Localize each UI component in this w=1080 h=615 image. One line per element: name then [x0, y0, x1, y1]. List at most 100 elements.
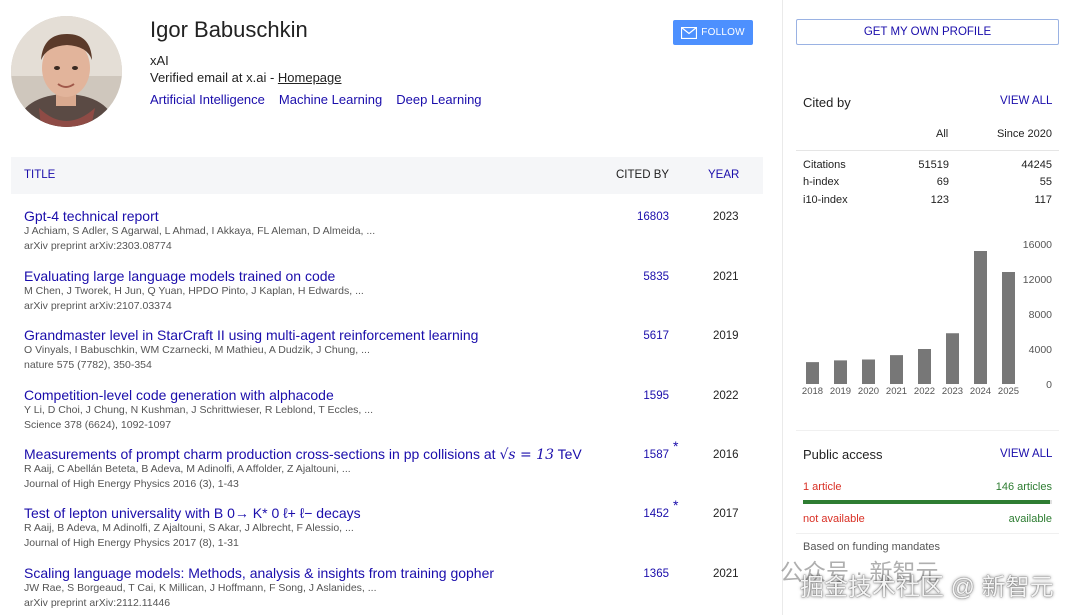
- bar-2025[interactable]: [1002, 272, 1015, 384]
- article-year: 2021: [713, 271, 739, 283]
- merged-citations-star[interactable]: *: [673, 497, 678, 513]
- stat-all: 123: [930, 194, 949, 206]
- article-title[interactable]: Gpt-4 technical report: [24, 208, 159, 224]
- article-venue: arXiv preprint arXiv:2303.08774: [24, 240, 172, 252]
- stat-all: 51519: [918, 159, 949, 171]
- x-tick-label: 2018: [802, 386, 823, 397]
- homepage-link[interactable]: Homepage: [278, 70, 342, 85]
- article-title[interactable]: Grandmaster level in StarCraft II using …: [24, 327, 478, 343]
- y-tick-label: 0: [1046, 379, 1052, 391]
- bar-2021[interactable]: [890, 355, 903, 384]
- interest-link[interactable]: Deep Learning: [396, 92, 481, 107]
- table-row: Gpt-4 technical report J Achiam, S Adler…: [11, 208, 763, 264]
- article-title[interactable]: Competition-level code generation with a…: [24, 387, 334, 403]
- table-row: Measurements of prompt charm production …: [11, 438, 763, 502]
- article-authors: R Aaij, C Abellán Beteta, B Adeva, M Adi…: [24, 463, 351, 475]
- table-row: Grandmaster level in StarCraft II using …: [11, 327, 763, 383]
- article-title[interactable]: Measurements of prompt charm production …: [24, 446, 582, 463]
- y-tick-label: 16000: [1023, 239, 1052, 251]
- follow-button[interactable]: FOLLOW: [673, 20, 753, 45]
- cited-count[interactable]: 1587: [643, 449, 669, 461]
- interest-link[interactable]: Artificial Intelligence: [150, 92, 265, 107]
- cited-count[interactable]: 16803: [637, 211, 669, 223]
- cited-count[interactable]: 1365: [643, 568, 669, 580]
- y-tick-label: 12000: [1023, 274, 1052, 286]
- sort-by-year[interactable]: YEAR: [708, 169, 739, 181]
- available-count[interactable]: 146 articles: [996, 481, 1052, 493]
- article-venue: arXiv preprint arXiv:2112.11446: [24, 597, 171, 609]
- sort-by-cited[interactable]: CITED BY: [616, 169, 669, 181]
- stat-since: 44245: [1021, 159, 1052, 171]
- cited-count[interactable]: 1595: [643, 390, 669, 402]
- public-access-view-all[interactable]: VIEW ALL: [1000, 448, 1052, 460]
- table-header: TITLE CITED BY YEAR: [11, 157, 763, 194]
- col-all-header: All: [936, 128, 949, 140]
- x-tick-label: 2022: [914, 386, 935, 397]
- public-access-title: Public access: [803, 447, 883, 462]
- y-tick-label: 8000: [1029, 309, 1053, 321]
- math-expression: √s = 13: [499, 447, 554, 463]
- profile-interests: Artificial Intelligence Machine Learning…: [150, 92, 482, 107]
- x-tick-label: 2019: [830, 386, 851, 397]
- article-year: 2019: [713, 330, 739, 342]
- bar-2023[interactable]: [946, 333, 959, 384]
- divider: [796, 150, 1059, 151]
- stat-label: h-index: [803, 176, 840, 188]
- bar-2020[interactable]: [862, 359, 875, 385]
- cited-count[interactable]: 1452: [643, 508, 669, 520]
- article-venue: nature 575 (7782), 350-354: [24, 359, 152, 371]
- sort-by-title[interactable]: TITLE: [24, 169, 55, 181]
- cited-count[interactable]: 5617: [643, 330, 669, 342]
- not-available-count[interactable]: 1 article: [803, 481, 842, 493]
- stat-since: 117: [1034, 194, 1052, 206]
- article-authors: JW Rae, S Borgeaud, T Cai, K Millican, J…: [24, 582, 377, 594]
- y-tick-label: 4000: [1029, 344, 1053, 356]
- article-year: 2022: [713, 390, 739, 402]
- article-venue: Journal of High Energy Physics 2016 (3),…: [24, 478, 239, 490]
- article-venue: Science 378 (6624), 1092-1097: [24, 419, 172, 431]
- article-venue: Journal of High Energy Physics 2017 (8),…: [24, 537, 239, 549]
- get-own-profile-button[interactable]: GET MY OWN PROFILE: [796, 19, 1059, 45]
- article-authors: O Vinyals, I Babuschkin, WM Czarnecki, M…: [24, 344, 370, 356]
- article-year: 2016: [713, 449, 739, 461]
- table-row: Scaling language models: Methods, analys…: [11, 565, 763, 615]
- interest-link[interactable]: Machine Learning: [279, 92, 382, 107]
- x-tick-label: 2023: [942, 386, 963, 397]
- article-year: 2023: [713, 211, 739, 223]
- divider: [796, 533, 1059, 534]
- x-tick-label: 2021: [886, 386, 907, 397]
- profile-email: Verified email at x.ai - Homepage: [150, 70, 342, 85]
- bar-2022[interactable]: [918, 349, 931, 384]
- not-available-label: not available: [803, 513, 865, 525]
- cited-by-title: Cited by: [803, 95, 851, 110]
- public-access-bar-fill: [803, 500, 1051, 504]
- stat-all: 69: [936, 176, 949, 188]
- bar-2024[interactable]: [974, 251, 987, 384]
- stat-label: Citations: [803, 159, 846, 171]
- profile-avatar: [11, 16, 122, 127]
- cited-by-view-all[interactable]: VIEW ALL: [1000, 95, 1052, 107]
- mail-icon: [681, 26, 698, 39]
- cited-count[interactable]: 5835: [643, 271, 669, 283]
- bar-2019[interactable]: [834, 360, 847, 384]
- article-year: 2021: [713, 568, 739, 580]
- col-since-header: Since 2020: [996, 128, 1052, 140]
- x-tick-label: 2024: [970, 386, 991, 397]
- public-access-bar: [803, 500, 1052, 504]
- article-title[interactable]: Evaluating large language models trained…: [24, 268, 335, 284]
- article-authors: M Chen, J Tworek, H Jun, Q Yuan, HPDO Pi…: [24, 285, 364, 297]
- article-title[interactable]: Scaling language models: Methods, analys…: [24, 565, 494, 581]
- article-authors: R Aaij, B Adeva, M Adinolfi, Z Ajaltouni…: [24, 522, 354, 534]
- watermark: 公众号 · 新智元 掘金技术社区 @ 新智元: [780, 553, 1054, 601]
- profile-name: Igor Babuschkin: [150, 17, 308, 42]
- stat-label: i10-index: [803, 194, 848, 206]
- merged-citations-star[interactable]: *: [673, 438, 678, 454]
- table-row: Test of lepton universality with B 0→ K*…: [11, 497, 763, 561]
- bar-2018[interactable]: [806, 362, 819, 384]
- x-tick-label: 2020: [858, 386, 879, 397]
- available-label: available: [1008, 513, 1052, 525]
- article-title[interactable]: Test of lepton universality with B 0→ K*…: [24, 505, 361, 521]
- table-row: Competition-level code generation with a…: [11, 387, 763, 443]
- divider: [796, 430, 1059, 431]
- article-authors: J Achiam, S Adler, S Agarwal, L Ahmad, I…: [24, 225, 376, 237]
